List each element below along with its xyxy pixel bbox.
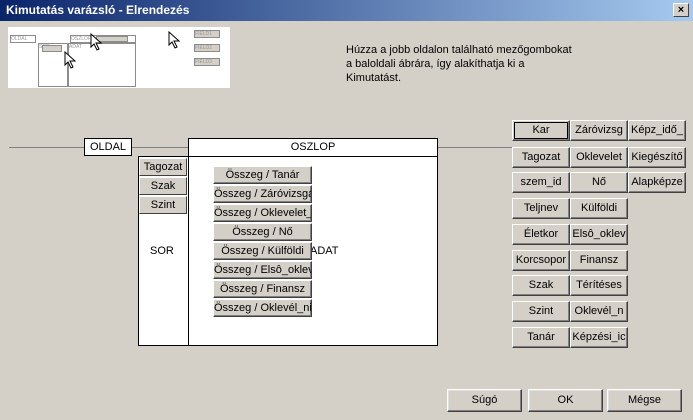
layout-preview-image: OLDAL OSZLOP SOR ADAT FIELD1 FIELD2 FIEL… — [8, 27, 230, 88]
cancel-button[interactable]: Mégse — [607, 389, 682, 412]
field-button[interactable]: Oklevelet — [570, 147, 628, 168]
field-button[interactable]: Szint — [512, 301, 570, 322]
page-area[interactable]: OLDAL — [84, 138, 132, 156]
field-button[interactable]: Külföldi — [570, 198, 628, 219]
field-button[interactable]: Szak — [512, 275, 570, 296]
title-bar: Kimutatás varázsló - Elrendezés × — [0, 0, 693, 21]
field-button[interactable]: Tagozat — [512, 147, 570, 168]
field-button[interactable]: Képzési_ic — [570, 327, 628, 348]
row-field-tagozat[interactable]: Tagozat — [139, 158, 187, 176]
close-button[interactable]: × — [673, 3, 689, 17]
data-field[interactable]: Összeg / Külföldi — [213, 242, 312, 260]
data-field[interactable]: Összeg / Nő — [213, 223, 312, 241]
data-area-label: ADAT — [310, 245, 339, 257]
data-field[interactable]: Összeg / Záróvizsgá — [213, 185, 312, 203]
preview-page-box: OLDAL — [10, 35, 36, 43]
field-button[interactable]: Finansz — [570, 250, 628, 271]
field-button[interactable]: Alapképze — [628, 172, 686, 193]
field-button[interactable]: Kar — [512, 120, 570, 141]
preview-field-1: FIELD1 — [194, 30, 220, 38]
page-area-label: OLDAL — [89, 141, 127, 153]
help-button[interactable]: Súgó — [447, 389, 522, 412]
preview-field-3: FIELD3 — [194, 58, 220, 66]
data-field[interactable]: Összeg / Tanár — [213, 166, 312, 184]
field-button[interactable]: Teljnev — [512, 198, 570, 219]
cursor-icon — [90, 33, 103, 51]
data-field[interactable]: Összeg / Oklevelet_ — [213, 204, 312, 222]
field-button[interactable]: Oklevél_n — [570, 301, 628, 322]
field-button[interactable]: szem_id — [512, 172, 570, 193]
field-button[interactable]: Nő — [570, 172, 628, 193]
field-button[interactable]: Korcsopor — [512, 250, 570, 271]
data-field[interactable]: Összeg / Finansz — [213, 280, 312, 298]
field-button[interactable]: Elsô_oklev — [570, 224, 628, 245]
data-field[interactable]: Összeg / Oklevél_nir — [213, 299, 312, 317]
close-icon: × — [677, 4, 685, 16]
field-button[interactable]: Képz_idő_ — [628, 120, 686, 141]
row-area-label: SOR — [150, 245, 174, 257]
column-area[interactable]: OSZLOP — [188, 138, 438, 157]
row-field-szak[interactable]: Szak — [139, 177, 187, 195]
instructions-text: Húzza a jobb oldalon található mezőgombo… — [346, 44, 572, 84]
field-button[interactable]: Tanár — [512, 327, 570, 348]
preview-field-2: FIELD2 — [194, 44, 220, 52]
field-button[interactable]: Kiegészítő — [628, 147, 686, 168]
preview-row-field — [42, 45, 62, 52]
cursor-icon — [168, 31, 181, 49]
field-button[interactable]: Életkor — [512, 224, 570, 245]
row-field-szint[interactable]: Szint — [139, 196, 187, 214]
field-button[interactable]: Záróvizsg — [570, 120, 628, 141]
window-title: Kimutatás varázsló - Elrendezés — [6, 3, 190, 17]
column-area-label: OSZLOP — [290, 141, 336, 153]
cursor-icon — [64, 51, 77, 69]
field-button[interactable]: Térítéses — [570, 275, 628, 296]
data-field[interactable]: Összeg / Elsô_oklev — [213, 261, 312, 279]
ok-button[interactable]: OK — [528, 389, 603, 412]
